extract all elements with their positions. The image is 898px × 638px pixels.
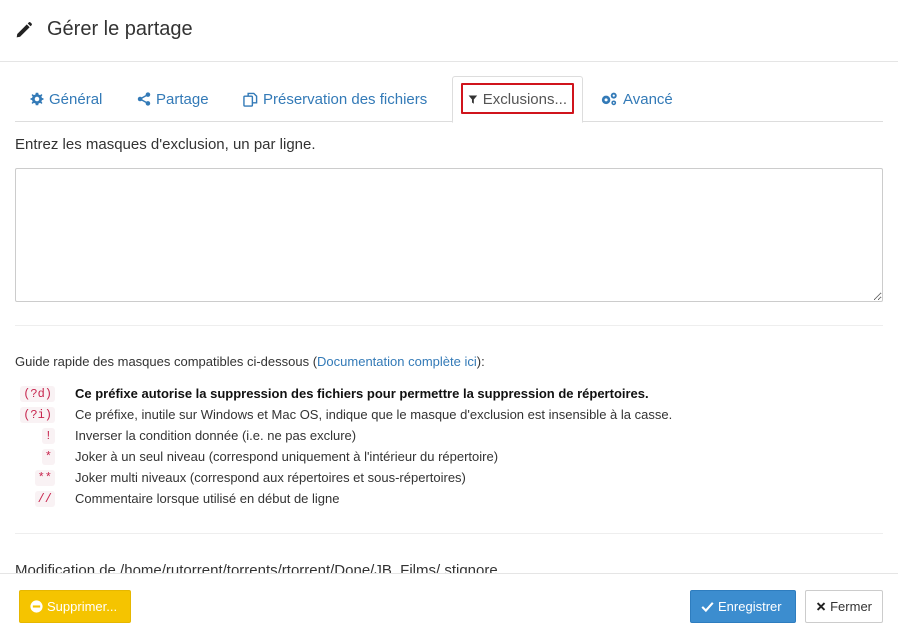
tab-exclusions-label: Exclusions... — [482, 91, 567, 108]
divider — [15, 325, 883, 326]
tab-exclusions[interactable]: Exclusions... — [452, 76, 583, 123]
rule-description: Commentaire lorsque utilisé en début de … — [75, 491, 340, 506]
rule-code: ! — [41, 427, 55, 444]
documentation-link[interactable]: Documentation complète ici — [317, 354, 477, 369]
rule-code: ** — [34, 469, 55, 486]
minus-circle-icon — [30, 600, 43, 613]
tab-sharing-label: Partage — [156, 90, 209, 108]
save-button[interactable]: Enregistrer — [690, 590, 796, 623]
gears-icon — [601, 92, 617, 106]
close-button[interactable]: Fermer — [805, 590, 883, 623]
rule-code: * — [41, 448, 55, 465]
guide-text: Guide rapide des masques compatibles ci-… — [15, 354, 485, 369]
tab-bar: Général Partage Préservation des fichier… — [15, 76, 883, 123]
rule-description: Inverser la condition donnée (i.e. ne pa… — [75, 428, 357, 443]
tab-advanced[interactable]: Avancé — [586, 76, 688, 122]
rule-description: Ce préfixe, inutile sur Windows et Mac O… — [75, 407, 673, 422]
rule-code: (?i) — [20, 406, 55, 423]
dialog-footer: Supprimer... Enregistrer Fermer — [0, 573, 898, 638]
filter-icon — [468, 95, 478, 104]
delete-button[interactable]: Supprimer... — [19, 590, 131, 623]
tab-general-label: Général — [49, 90, 103, 108]
rule-code: // — [34, 490, 55, 507]
exclusions-intro: Entrez les masques d'exclusion, un par l… — [15, 136, 316, 153]
tab-advanced-label: Avancé — [623, 90, 673, 108]
dialog-title: Gérer le partage — [47, 18, 193, 40]
tab-sharing[interactable]: Partage — [122, 76, 224, 122]
guide-suffix: ): — [476, 354, 485, 369]
rule-description: Joker à un seul niveau (correspond uniqu… — [75, 449, 499, 464]
copy-icon — [243, 92, 258, 107]
pencil-icon — [16, 22, 32, 38]
save-button-label: Enregistrer — [718, 599, 782, 614]
dialog-header: Gérer le partage — [0, 0, 898, 62]
close-button-label: Fermer — [830, 599, 872, 614]
share-icon — [137, 92, 151, 106]
rule-code: (?d) — [20, 385, 55, 402]
divider — [15, 533, 883, 534]
rule-description: Joker multi niveaux (correspond aux répe… — [75, 470, 466, 485]
check-icon — [701, 602, 714, 613]
guide-prefix: Guide rapide des masques compatibles ci-… — [15, 354, 318, 369]
gear-icon — [30, 92, 44, 106]
delete-button-label: Supprimer... — [47, 599, 118, 614]
tab-general[interactable]: Général — [15, 76, 117, 122]
close-icon — [816, 602, 826, 611]
exclusion-masks-textarea[interactable] — [15, 168, 883, 302]
rule-description: Ce préfixe autorise la suppression des f… — [75, 386, 649, 401]
tab-file-versioning-label: Préservation des fichiers — [263, 90, 428, 108]
tab-file-versioning[interactable]: Préservation des fichiers — [228, 76, 442, 122]
